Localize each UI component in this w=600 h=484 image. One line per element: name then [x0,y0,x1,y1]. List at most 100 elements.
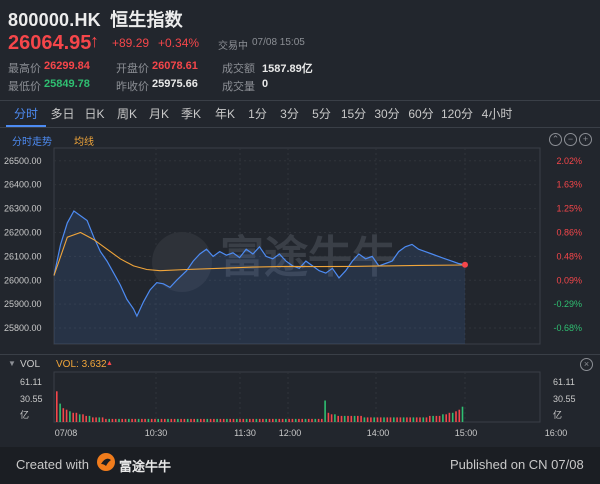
vol-bar-68 [278,418,281,422]
x-tick-4: 14:00 [367,428,390,438]
vol-bar-55 [236,418,238,422]
vol-bar-43 [196,418,199,422]
vol-bar-0 [56,391,58,422]
tab-13[interactable]: 120分 [438,101,476,127]
vol-bar-52 [226,418,228,422]
tab-3[interactable]: 周K [110,101,144,127]
volume-chart: 61.11 61.11 30.55 30.55 亿 亿 07/08 10:30 11:30 12:… [20,371,576,438]
vol-bar-39 [183,418,186,422]
vol-bar-23 [131,418,133,422]
vol-bar-83 [327,412,330,422]
high-label: 最高价 [8,63,41,75]
tab-7[interactable]: 1分 [242,101,273,127]
vol-bar-104 [396,417,398,422]
vol-bar-5 [72,412,74,422]
tab-5[interactable]: 季K [174,101,208,127]
vol-bar-122 [455,411,457,422]
tab-8[interactable]: 3分 [273,101,306,127]
price-chart[interactable]: 26500.00 2.02% 26400.00 1.63% 26300.00 1.25% 2… [0,140,600,350]
vol-bar-78 [311,418,313,422]
vol-tick-right-2: 亿 [553,409,562,420]
up-arrow-icon: ↑ [90,31,99,51]
vol-bar-28 [147,418,150,422]
vol-bar-44 [200,418,202,422]
vol-bar-15 [105,418,107,422]
vol-bar-10 [88,415,91,422]
high-value: 26299.84 [44,60,90,72]
low-value: 25849.78 [44,78,90,90]
vol-bar-123 [458,409,461,422]
vol-bar-50 [219,418,222,422]
vol-bar-45 [203,418,205,422]
tab-9[interactable]: 5分 [306,101,337,127]
vol-frame [53,371,541,423]
vol-bar-47 [209,418,212,422]
tab-6[interactable]: 年K [208,101,242,127]
tab-10[interactable]: 15分 [337,101,370,127]
vol-bar-17 [111,418,114,422]
x-tick-1: 10:30 [145,428,168,438]
vol-bar-90 [350,415,353,422]
tab-1[interactable]: 多日 [46,101,79,127]
vol-bar-51 [222,418,225,422]
x-tick-0: 07/08 [55,428,78,438]
vol-bar-12 [95,417,97,422]
period-tabs: 分时 多日 日K 周K 月K 季K 年K 1分 3分 5分 15分 30分 60分 120分 4小时 [0,101,600,127]
tab-4[interactable]: 月K [144,101,174,127]
vol-bar-94 [363,417,366,422]
volume-value: 0 [262,78,269,90]
vol-bar-112 [422,417,425,422]
vol-bar-93 [360,415,362,422]
vol-bar-1 [59,403,61,422]
vol-bar-96 [370,417,372,422]
vol-bar-42 [193,418,195,422]
y-tick-2: 26300.00 [4,204,42,214]
vol-bar-86 [337,415,339,422]
tab-0[interactable]: 分时 [6,101,46,127]
price-change: +89.29 [112,36,150,50]
vol-bar-58 [245,418,248,422]
quote-time: 07/08 15:05 [252,37,305,48]
vol-bar-114 [429,415,431,422]
futu-logo-icon [97,453,115,471]
pct-tick-6: -0.29% [553,299,582,309]
vol-bar-40 [186,418,189,422]
collapse-volume-icon[interactable]: ▼ [8,359,16,368]
vol-bar-119 [445,414,447,422]
pct-tick-1: 1.63% [556,180,582,190]
vol-bar-69 [281,418,284,422]
vol-bar-63 [262,418,264,422]
tab-12[interactable]: 60分 [404,101,438,127]
vol-bar-109 [412,417,415,422]
last-price-dot [462,261,468,268]
pct-tick-2: 1.25% [556,204,582,214]
vol-bar-105 [399,417,402,422]
y-tick-1: 26400.00 [4,180,42,190]
vol-bar-99 [379,417,382,422]
vol-tick-right-1: 30.55 [553,394,576,404]
vol-bar-16 [108,418,110,422]
low-label: 最低价 [8,81,41,93]
current-price: 26064.95 [8,32,92,54]
tab-2[interactable]: 日K [79,101,110,127]
prev-close-label: 昨收价 [116,81,149,93]
vol-bar-111 [419,417,421,422]
vol-bar-110 [415,417,418,422]
vol-bar-6 [75,412,78,422]
pct-tick-7: -0.68% [553,323,582,333]
vol-bar-33 [164,418,166,422]
volume-label: 成交量 [222,81,255,93]
x-tick-6: 16:00 [545,428,568,438]
vol-bar-103 [393,417,395,422]
tab-14[interactable]: 4小时 [476,101,518,127]
vol-bar-56 [239,418,241,422]
vol-bar-25 [137,418,140,422]
vol-bar-2 [62,408,65,422]
pct-tick-5: 0.09% [556,275,582,285]
y-tick-6: 25900.00 [4,299,42,309]
vol-bar-91 [353,415,356,422]
vol-bar-48 [213,418,215,422]
tab-11[interactable]: 30分 [370,101,404,127]
vol-bar-41 [190,418,192,422]
vol-bar-80 [317,418,320,422]
